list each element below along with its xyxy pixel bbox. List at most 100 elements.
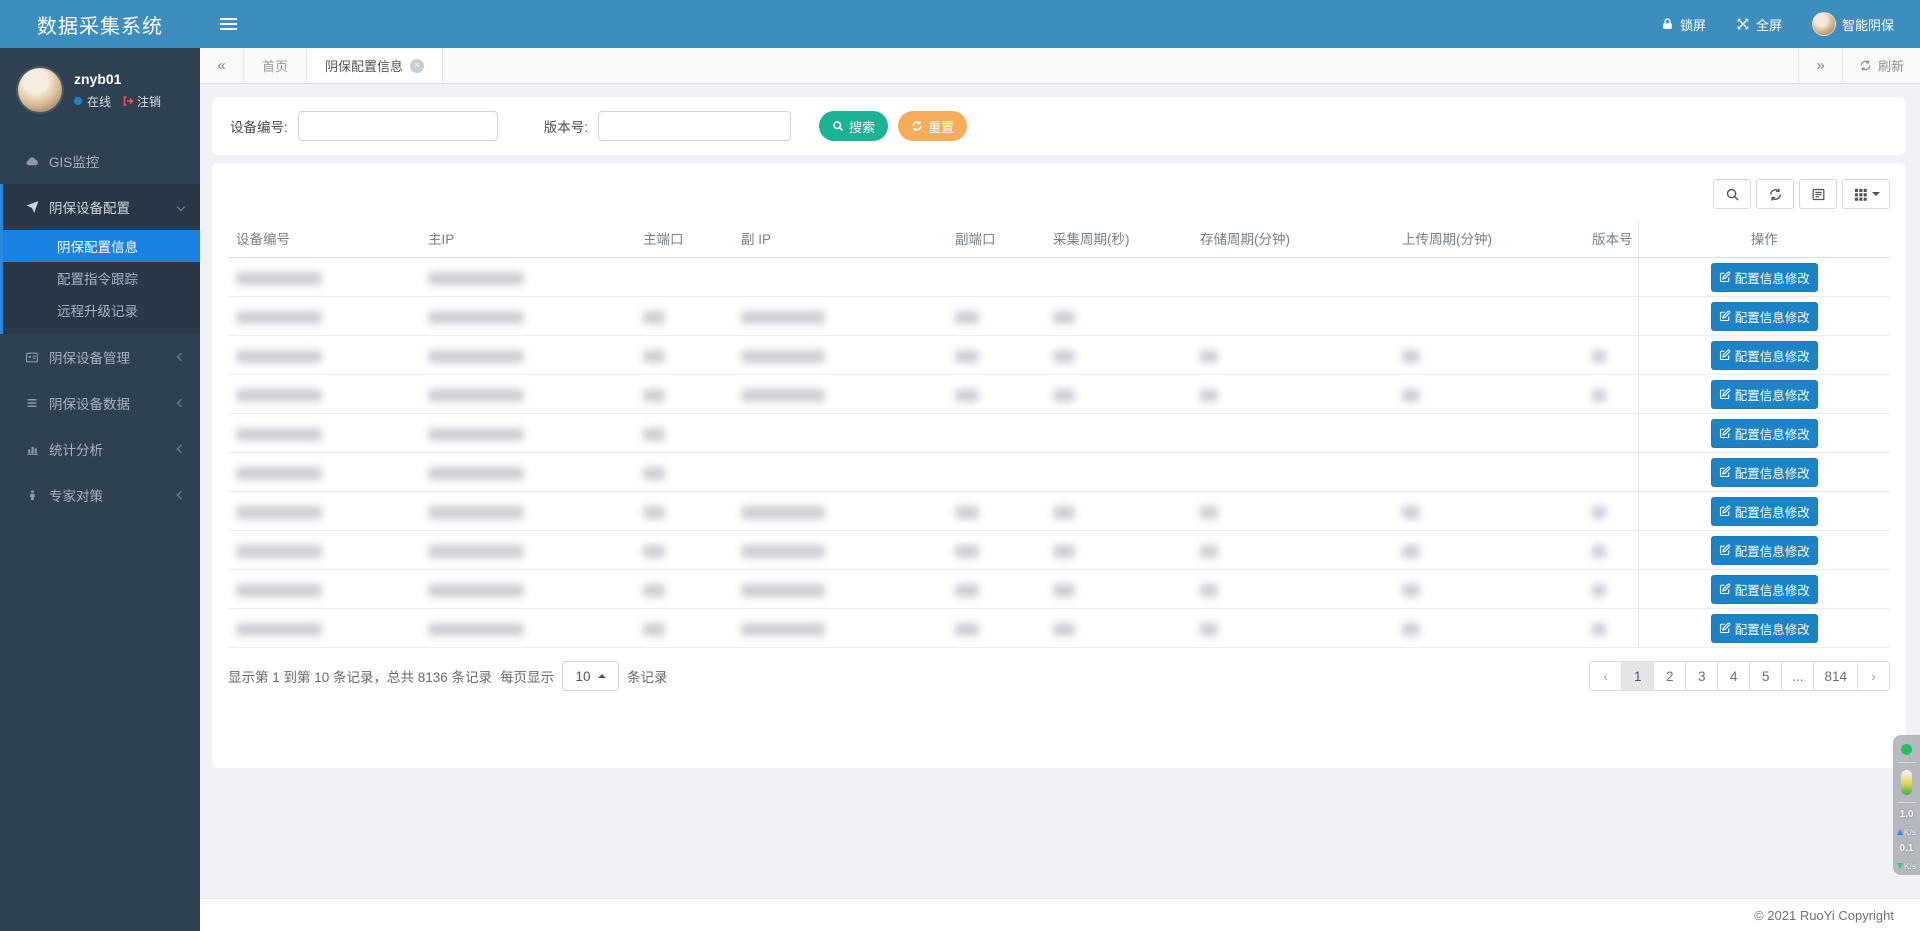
logout-icon <box>122 95 134 107</box>
sidebar-item-remote-upgrade[interactable]: 远程升级记录 <box>3 294 200 326</box>
redacted-value <box>428 428 524 441</box>
table-cell <box>420 492 635 531</box>
redacted-value <box>1592 545 1606 558</box>
table-cell <box>635 531 733 570</box>
col-sub-ip: 副 IP <box>733 219 947 258</box>
online-status-icon <box>74 97 82 105</box>
user-menu[interactable]: 智能阴保 <box>1812 12 1894 36</box>
lock-screen-button[interactable]: 锁屏 <box>1661 15 1706 34</box>
sidebar-item-expert[interactable]: 专家对策 <box>0 472 200 518</box>
status-dot-icon <box>1901 744 1912 755</box>
avatar[interactable] <box>18 68 62 112</box>
table-cell <box>733 570 947 609</box>
edit-config-button[interactable]: 配置信息修改 <box>1711 380 1818 409</box>
topbar-avatar <box>1812 12 1836 36</box>
tabs-scroll-right-button[interactable]: » <box>1798 48 1842 83</box>
col-main-port: 主端口 <box>635 219 733 258</box>
sidebar-item-gis[interactable]: GIS监控 <box>0 138 200 184</box>
edit-config-button[interactable]: 配置信息修改 <box>1711 341 1818 370</box>
sidebar-item-device-manage[interactable]: 阴保设备管理 <box>0 334 200 380</box>
edit-config-button[interactable]: 配置信息修改 <box>1711 419 1818 448</box>
tab-refresh-button[interactable]: 刷新 <box>1842 48 1920 83</box>
version-input[interactable] <box>598 111 791 141</box>
page-ellipsis[interactable]: ... <box>1781 661 1814 691</box>
table-cell <box>733 609 947 648</box>
table-cell <box>635 609 733 648</box>
table-row: 配置信息修改 <box>228 336 1890 375</box>
table-cell-action: 配置信息修改 <box>1638 258 1890 297</box>
table-cell <box>228 492 420 531</box>
sidebar-item-device-data[interactable]: 阴保设备数据 <box>0 380 200 426</box>
tab-config-info[interactable]: 阴保配置信息 × <box>307 48 443 83</box>
table-cell <box>1045 414 1192 453</box>
sidebar-toggle-button[interactable] <box>200 0 256 48</box>
edit-config-button[interactable]: 配置信息修改 <box>1711 497 1818 526</box>
table-columns-button[interactable] <box>1842 179 1890 209</box>
table-cell <box>228 375 420 414</box>
table-cell <box>1192 453 1394 492</box>
table-row: 配置信息修改 <box>228 297 1890 336</box>
page-prev-button[interactable]: ‹ <box>1589 661 1622 691</box>
sidebar-item-command-trace[interactable]: 配置指令跟踪 <box>3 262 200 294</box>
page-button-814[interactable]: 814 <box>1813 661 1858 691</box>
redacted-value <box>1053 506 1075 519</box>
table-cell <box>1584 336 1638 375</box>
edit-config-button[interactable]: 配置信息修改 <box>1711 536 1818 565</box>
page-button-3[interactable]: 3 <box>1685 661 1718 691</box>
table-detail-view-button[interactable] <box>1799 179 1837 209</box>
edit-icon <box>1719 622 1731 634</box>
edit-config-button[interactable]: 配置信息修改 <box>1711 614 1818 643</box>
redacted-value <box>428 506 524 519</box>
table-cell <box>420 453 635 492</box>
download-unit: K/s <box>1904 861 1916 871</box>
page-button-1[interactable]: 1 <box>1621 661 1654 691</box>
page-next-button[interactable]: › <box>1857 661 1890 691</box>
redacted-value <box>428 545 524 558</box>
table-cell <box>635 297 733 336</box>
table-header-row: 设备编号 主IP 主端口 副 IP 副端口 采集周期(秒) 存储周期(分钟) 上… <box>228 219 1890 258</box>
tabs-scroll-left-button[interactable]: « <box>200 48 244 83</box>
redacted-value <box>1053 311 1075 324</box>
redacted-value <box>236 545 322 558</box>
redacted-value <box>955 350 979 363</box>
close-icon[interactable]: × <box>410 59 424 73</box>
sidebar-item-stats[interactable]: 统计分析 <box>0 426 200 472</box>
table-row: 配置信息修改 <box>228 531 1890 570</box>
edit-icon <box>1719 310 1731 322</box>
edit-config-button[interactable]: 配置信息修改 <box>1711 575 1818 604</box>
edit-icon <box>1719 505 1731 517</box>
logout-button[interactable]: 注销 <box>122 93 161 110</box>
reset-button[interactable]: 重置 <box>898 111 967 141</box>
page-button-2[interactable]: 2 <box>1653 661 1686 691</box>
table-cell <box>1584 609 1638 648</box>
user-name: znyb01 <box>74 71 161 87</box>
fullscreen-button[interactable]: 全屏 <box>1736 15 1782 34</box>
device-no-input[interactable] <box>298 111 498 141</box>
table-cell <box>1192 570 1394 609</box>
page-button-5[interactable]: 5 <box>1749 661 1782 691</box>
redacted-value <box>643 389 665 402</box>
page-size-select[interactable]: 10 <box>562 661 619 691</box>
net-speed-widget[interactable]: 1.0 K/s 0.1 K/s <box>1893 735 1920 875</box>
edit-icon <box>1719 583 1731 595</box>
edit-config-button[interactable]: 配置信息修改 <box>1711 458 1818 487</box>
list-icon <box>24 397 40 409</box>
redacted-value <box>1402 506 1420 519</box>
search-button[interactable]: 搜索 <box>819 111 888 141</box>
sidebar-item-device-config[interactable]: 阴保设备配置 <box>3 184 200 230</box>
config-table: 设备编号 主IP 主端口 副 IP 副端口 采集周期(秒) 存储周期(分钟) 上… <box>228 219 1890 648</box>
redacted-value <box>236 272 322 285</box>
edit-config-button[interactable]: 配置信息修改 <box>1711 263 1818 292</box>
table-search-toggle-button[interactable] <box>1713 179 1751 209</box>
page-button-4[interactable]: 4 <box>1717 661 1750 691</box>
tab-home[interactable]: 首页 <box>244 48 307 83</box>
redacted-value <box>741 350 825 363</box>
edit-config-button[interactable]: 配置信息修改 <box>1711 302 1818 331</box>
table-cell <box>947 375 1045 414</box>
table-cell <box>635 492 733 531</box>
table-cell <box>1394 609 1584 648</box>
redacted-value <box>955 584 979 597</box>
redacted-value <box>1200 389 1218 402</box>
sidebar-item-config-info[interactable]: 阴保配置信息 <box>3 230 200 262</box>
table-refresh-button[interactable] <box>1756 179 1794 209</box>
